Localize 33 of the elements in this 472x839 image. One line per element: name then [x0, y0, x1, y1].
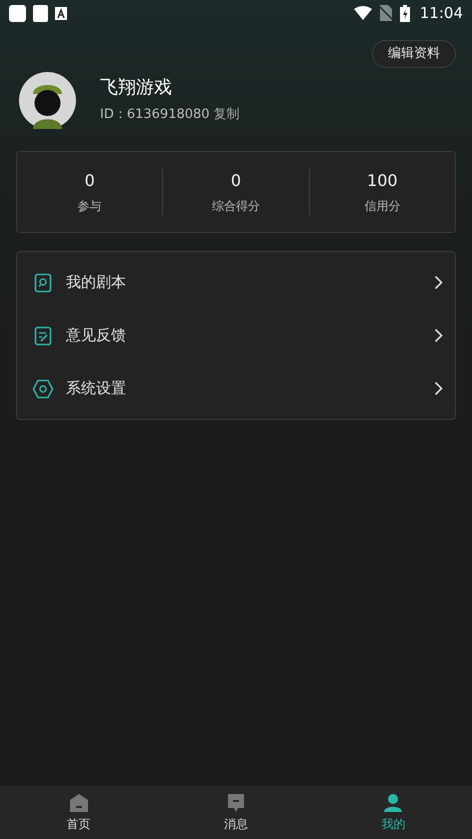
nav-tab[interactable]: 我的 — [314, 786, 472, 839]
edit-note-icon — [34, 326, 52, 346]
user-id: ID：6136918080 — [100, 106, 210, 124]
document-search-icon — [34, 272, 52, 292]
wifi-icon — [354, 6, 372, 20]
stat-value: 0 — [84, 170, 95, 192]
stat-label: 综合得分 — [212, 198, 260, 215]
stat-value: 0 — [230, 170, 242, 192]
settings-icon — [32, 378, 54, 398]
stat-label: 信用分 — [364, 198, 400, 215]
menu-item[interactable]: 我的剧本 — [17, 256, 455, 309]
menu-item[interactable]: 意见反馈 — [17, 309, 455, 362]
home-icon — [68, 792, 89, 812]
nav-tab[interactable]: 首页 — [0, 786, 158, 839]
message-icon — [226, 792, 246, 812]
edit-profile-button[interactable]: 编辑资料 — [372, 40, 456, 68]
sd-card-icon — [33, 4, 48, 22]
menu-item[interactable]: 系统设置 — [17, 362, 455, 415]
battery-charging-icon — [400, 4, 410, 22]
chevron-right-icon — [434, 381, 443, 396]
font-icon — [55, 6, 67, 20]
status-time: 11:04 — [420, 2, 463, 24]
no-sim-icon — [380, 5, 392, 21]
user-name: 飞翔游戏 — [100, 76, 173, 99]
chevron-right-icon — [434, 275, 443, 290]
nav-tab[interactable]: 消息 — [157, 786, 315, 839]
notification-icon — [9, 4, 26, 22]
stat-value: 100 — [367, 170, 398, 192]
chevron-right-icon — [434, 328, 443, 343]
person-icon — [383, 792, 404, 812]
stat-label: 参与 — [78, 198, 102, 215]
copy-button[interactable]: 复制 — [214, 104, 240, 124]
avatar — [19, 72, 76, 129]
